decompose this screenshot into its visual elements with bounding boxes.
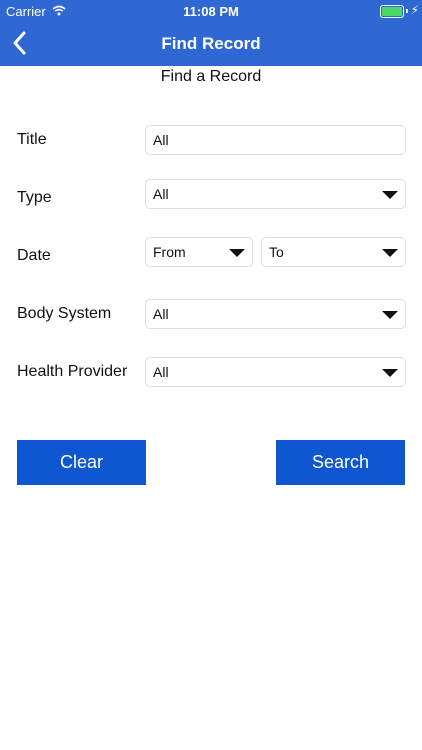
- nav-title: Find Record: [161, 34, 261, 53]
- date-to-dropdown[interactable]: To: [261, 237, 406, 267]
- health-provider-value: All: [153, 364, 169, 380]
- health-provider-label: Health Provider: [17, 363, 128, 380]
- clear-button[interactable]: Clear: [17, 440, 146, 485]
- title-label: Title: [17, 131, 47, 148]
- charging-icon: ⚡: [410, 3, 419, 17]
- type-label: Type: [17, 189, 52, 206]
- dropdown-caret-icon: [382, 369, 398, 377]
- dropdown-caret-icon: [382, 311, 398, 319]
- type-dropdown-value: All: [153, 186, 169, 202]
- date-to-value: To: [269, 244, 284, 260]
- navigation-bar: Carrier 11:08 PM ⚡ Find Record: [0, 0, 422, 66]
- status-time: 11:08 PM: [183, 4, 239, 19]
- title-input-field[interactable]: [153, 126, 405, 154]
- search-button[interactable]: Search: [276, 440, 405, 485]
- title-input[interactable]: [145, 125, 406, 155]
- date-label: Date: [17, 247, 51, 264]
- battery-icon: [380, 5, 404, 18]
- battery-cap: [406, 9, 408, 13]
- body-system-label: Body System: [17, 305, 112, 322]
- dropdown-caret-icon: [382, 249, 398, 257]
- body-system-dropdown[interactable]: All: [145, 299, 406, 329]
- dropdown-caret-icon: [382, 191, 398, 199]
- date-from-value: From: [153, 244, 186, 260]
- status-bar: Carrier 11:08 PM ⚡: [0, 0, 422, 22]
- type-dropdown[interactable]: All: [145, 179, 406, 209]
- dropdown-caret-icon: [229, 249, 245, 257]
- date-from-dropdown[interactable]: From: [145, 237, 253, 267]
- page-heading: Find a Record: [160, 68, 262, 85]
- health-provider-dropdown[interactable]: All: [145, 357, 406, 387]
- body-system-value: All: [153, 306, 169, 322]
